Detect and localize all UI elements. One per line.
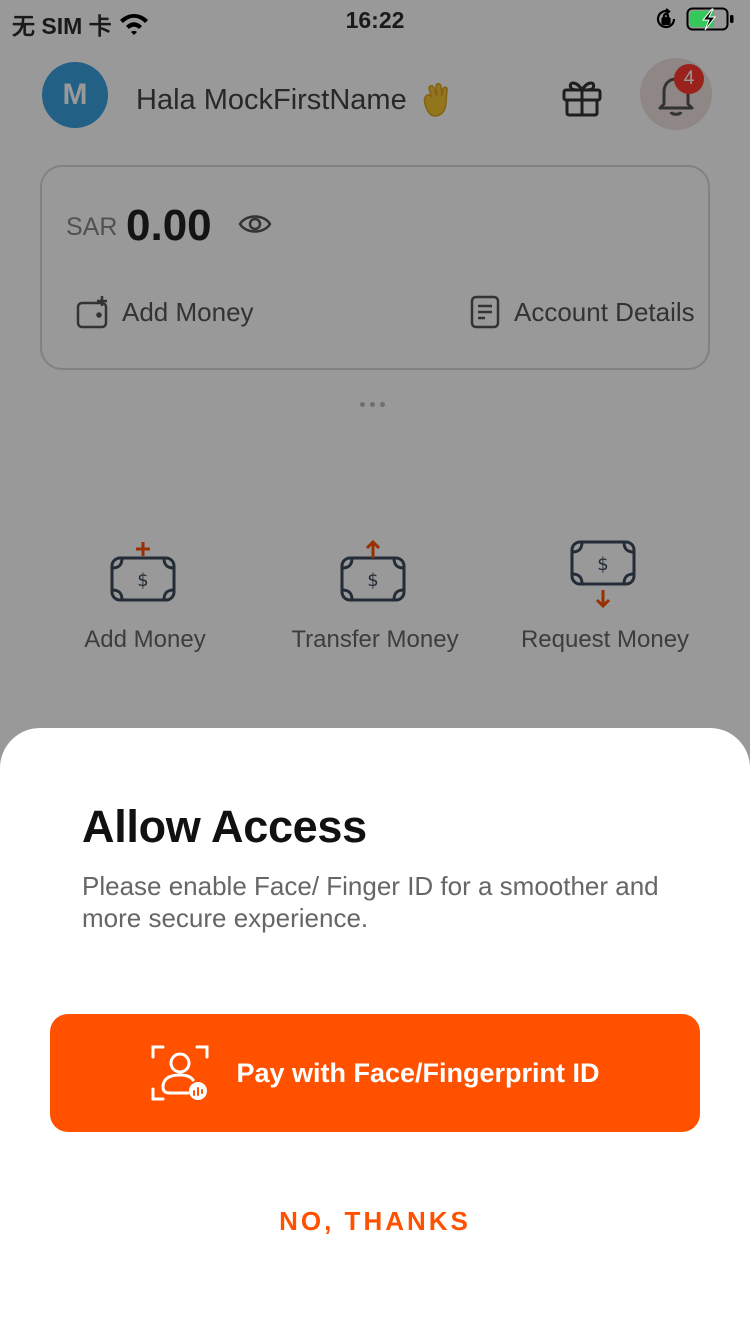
allow-access-sheet: Allow Access Please enable Face/ Finger … bbox=[0, 728, 750, 1334]
sheet-title: Allow Access bbox=[82, 801, 367, 852]
enable-biometric-label: Pay with Face/Fingerprint ID bbox=[236, 1057, 600, 1088]
no-thanks-button[interactable]: NO, THANKS bbox=[0, 1206, 750, 1237]
enable-biometric-button[interactable]: Pay with Face/Fingerprint ID bbox=[50, 1014, 700, 1132]
sheet-description: Please enable Face/ Finger ID for a smoo… bbox=[82, 871, 659, 933]
face-id-icon bbox=[151, 1045, 209, 1101]
status-time: 16:22 bbox=[345, 7, 405, 33]
status-bar: 无 SIM 卡 16:22 bbox=[0, 0, 750, 40]
orientation-lock-icon bbox=[656, 8, 676, 29]
status-right bbox=[654, 6, 736, 32]
battery-charging-icon bbox=[686, 7, 734, 31]
